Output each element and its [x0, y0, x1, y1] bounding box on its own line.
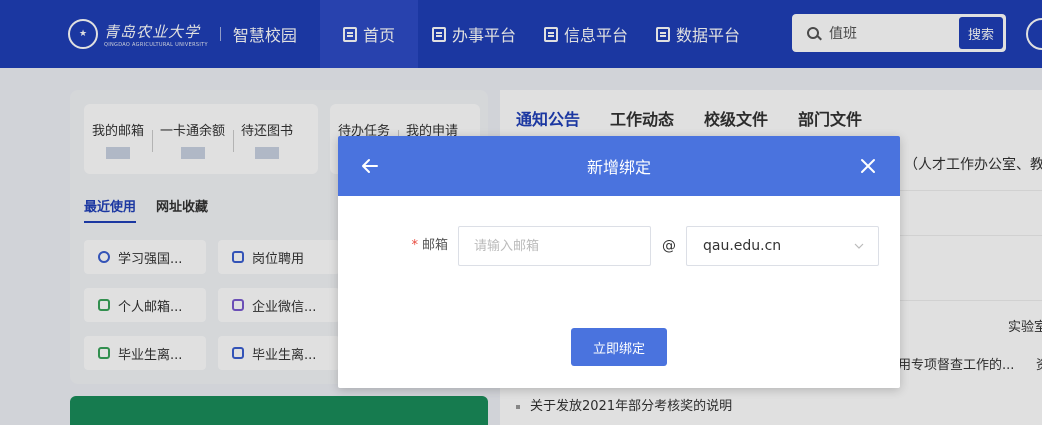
required-mark: *	[411, 238, 418, 253]
domain-value: qau.edu.cn	[703, 238, 782, 254]
domain-select[interactable]: qau.edu.cn	[686, 226, 879, 266]
add-binding-dialog: 新增绑定 *邮箱 @ qau.edu.cn 立即绑定	[338, 136, 900, 388]
email-form-row: *邮箱 @ qau.edu.cn	[338, 226, 900, 266]
email-input[interactable]	[458, 226, 651, 266]
chevron-down-icon	[854, 243, 864, 249]
dialog-header: 新增绑定	[338, 136, 900, 196]
at-sign: @	[662, 238, 676, 254]
dialog-title: 新增绑定	[586, 158, 651, 177]
back-arrow-icon[interactable]	[360, 156, 380, 176]
bind-now-button[interactable]: 立即绑定	[571, 328, 667, 366]
close-icon[interactable]	[858, 156, 878, 176]
email-label: * 邮箱	[411, 238, 448, 253]
